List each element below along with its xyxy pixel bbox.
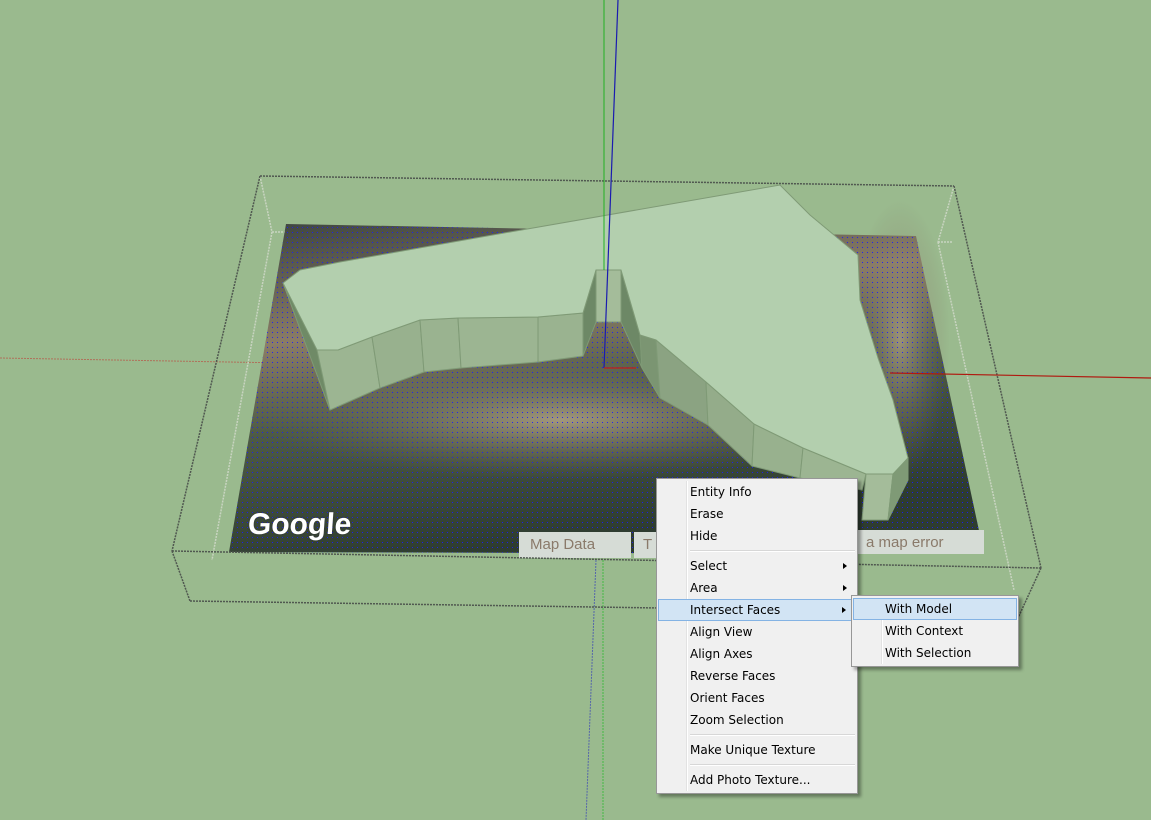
menu-item-label: Orient Faces [690, 691, 765, 705]
context-menu: Entity Info Erase Hide Select Area Inter… [656, 478, 858, 794]
menu-separator [690, 550, 855, 552]
menu-item-reverse-faces[interactable]: Reverse Faces [657, 665, 857, 687]
menu-item-label: Make Unique Texture [690, 743, 816, 757]
menu-item-label: Entity Info [690, 485, 752, 499]
intersect-faces-submenu: With Model With Context With Selection [851, 595, 1019, 667]
menu-item-label: With Context [885, 624, 964, 638]
submenu-item-with-selection[interactable]: With Selection [852, 642, 1018, 664]
menu-item-entity-info[interactable]: Entity Info [657, 481, 857, 503]
menu-item-label: Select [690, 559, 728, 573]
menu-item-align-axes[interactable]: Align Axes [657, 643, 857, 665]
menu-item-erase[interactable]: Erase [657, 503, 857, 525]
menu-item-label: Align View [690, 625, 753, 639]
menu-item-label: Intersect Faces [690, 603, 781, 617]
submenu-item-with-model[interactable]: With Model [853, 598, 1017, 620]
menu-item-label: Reverse Faces [690, 669, 776, 683]
menu-item-label: Erase [690, 507, 724, 521]
menu-item-select[interactable]: Select [657, 555, 857, 577]
menu-item-make-unique-texture[interactable]: Make Unique Texture [657, 739, 857, 761]
menu-item-align-view[interactable]: Align View [657, 621, 857, 643]
menu-item-zoom-selection[interactable]: Zoom Selection [657, 709, 857, 731]
attribution-report-error: a map error [866, 534, 944, 551]
submenu-arrow-icon [843, 563, 847, 569]
menu-separator [690, 764, 855, 766]
menu-item-label: Align Axes [690, 647, 753, 661]
google-logo: Google [246, 508, 353, 541]
menu-item-label: Hide [690, 529, 718, 543]
menu-item-label: Add Photo Texture... [690, 773, 811, 787]
menu-item-area[interactable]: Area [657, 577, 857, 599]
menu-item-label: With Model [885, 602, 953, 616]
menu-item-intersect-faces[interactable]: Intersect Faces [658, 599, 856, 621]
submenu-arrow-icon [843, 585, 847, 591]
menu-separator [690, 734, 855, 736]
attribution-terms: T [643, 536, 653, 553]
menu-item-label: With Selection [885, 646, 972, 660]
submenu-item-with-context[interactable]: With Context [852, 620, 1018, 642]
menu-item-label: Area [690, 581, 718, 595]
attribution-map-data: Map Data [530, 536, 596, 553]
menu-item-hide[interactable]: Hide [657, 525, 857, 547]
menu-item-add-photo-texture[interactable]: Add Photo Texture... [657, 769, 857, 791]
menu-item-orient-faces[interactable]: Orient Faces [657, 687, 857, 709]
blue-axis-negative [585, 559, 597, 820]
submenu-arrow-icon [842, 607, 846, 613]
red-axis-negative [0, 357, 286, 364]
3d-viewport[interactable] [0, 0, 1151, 820]
menu-item-label: Zoom Selection [690, 713, 784, 727]
